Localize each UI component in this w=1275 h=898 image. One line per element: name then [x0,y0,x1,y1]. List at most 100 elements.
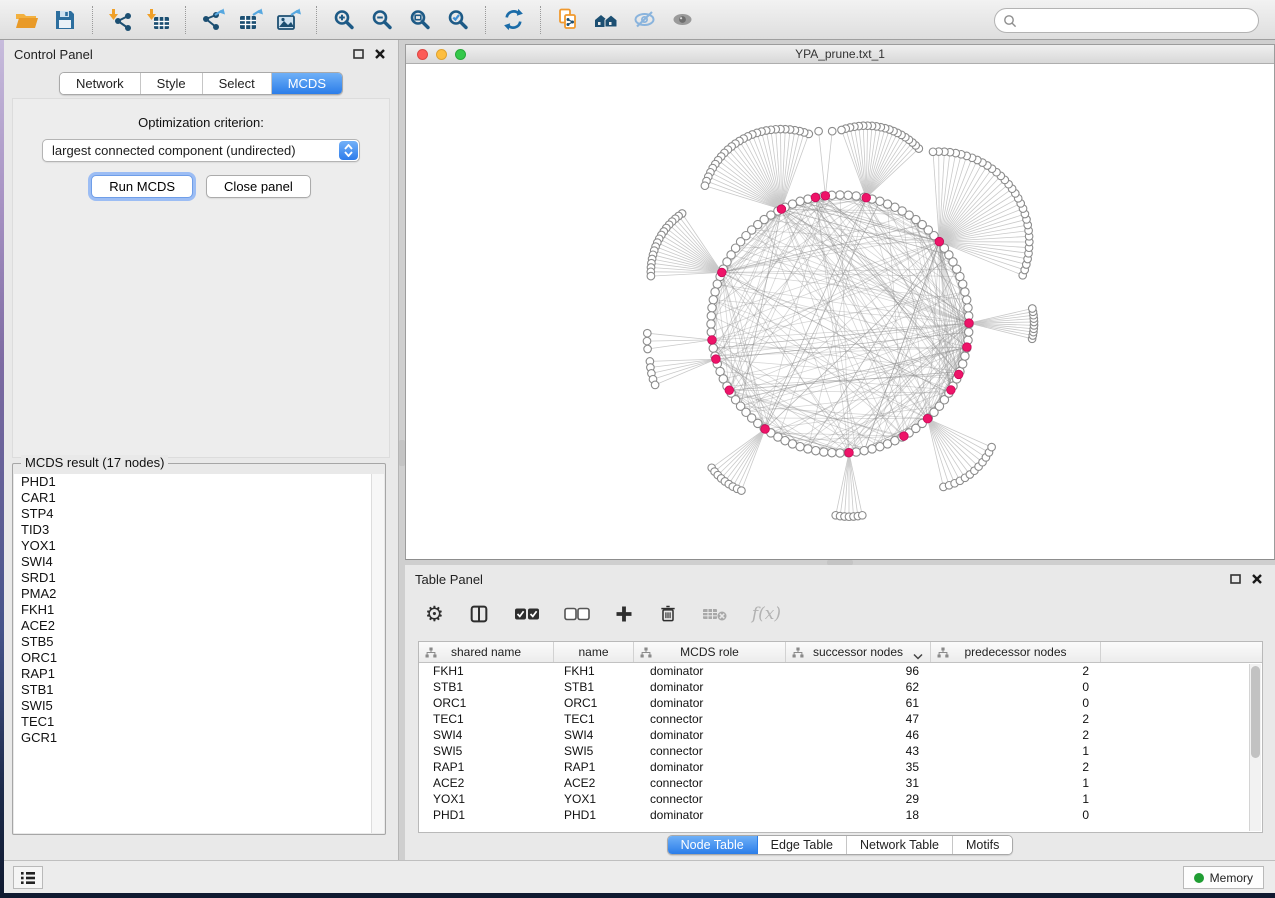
sort-desc-icon [913,649,923,663]
table-tab-bar: Node Table Edge Table Network Table Moti… [667,835,1014,855]
run-mcds-button[interactable]: Run MCDS [91,175,193,198]
tab-select[interactable]: Select [203,73,272,94]
tab-network[interactable]: Network [60,73,141,94]
mcds-result-item[interactable]: SWI4 [14,554,384,570]
mcds-result-group: MCDS result (17 nodes) PHD1CAR1STP4TID3Y… [12,463,386,835]
export-network-button[interactable] [194,4,232,36]
network-graph[interactable] [406,64,1274,559]
deselect-all-button[interactable] [564,607,590,621]
tab-edge-table[interactable]: Edge Table [758,836,847,854]
search-field[interactable] [994,8,1259,33]
network-window: YPA_prune.txt_1 [405,44,1275,560]
attribute-icon [640,647,652,661]
zoom-fit-icon [408,8,432,32]
mcds-result-item[interactable]: TID3 [14,522,384,538]
mcds-result-item[interactable]: PHD1 [14,474,384,490]
mcds-result-item[interactable]: GCR1 [14,730,384,746]
save-session-button[interactable] [46,4,84,36]
save-icon [53,8,77,32]
column-header-filler [1101,642,1262,662]
column-header-MCDS-role[interactable]: MCDS role [634,642,786,662]
network-canvas[interactable] [406,64,1274,559]
table-header-row: shared namenameMCDS rolesuccessor nodesp… [419,642,1262,663]
zoom-out-button[interactable] [363,4,401,36]
table-row[interactable]: ACE2ACE2connector311 [419,775,1262,791]
close-panel-button[interactable] [372,46,388,62]
show-columns-button[interactable] [468,603,490,625]
search-input[interactable] [1022,14,1258,28]
float-table-panel-button[interactable] [1227,571,1243,587]
mcds-result-item[interactable]: ACE2 [14,618,384,634]
column-header-shared-name[interactable]: shared name [419,642,554,662]
mcds-result-item[interactable]: STB1 [14,682,384,698]
tab-mcds[interactable]: MCDS [272,73,342,94]
table-row[interactable]: RAP1RAP1dominator352 [419,759,1262,775]
tab-style[interactable]: Style [141,73,203,94]
import-network-button[interactable] [101,4,139,36]
tab-node-table[interactable]: Node Table [668,836,758,854]
mcds-result-item[interactable]: SWI5 [14,698,384,714]
close-table-panel-button[interactable] [1249,571,1265,587]
table-row[interactable]: ORC1ORC1dominator610 [419,695,1262,711]
houses-icon [593,8,620,32]
add-column-button[interactable] [614,604,634,624]
attribute-icon [937,647,949,661]
mcds-result-item[interactable]: PMA2 [14,586,384,602]
mcds-result-item[interactable]: TEC1 [14,714,384,730]
columns-icon [468,603,490,625]
import-table-button[interactable] [139,4,177,36]
tab-motifs[interactable]: Motifs [953,836,1012,854]
mcds-result-item[interactable]: STB5 [14,634,384,650]
select-all-button[interactable] [514,607,540,621]
column-header-successor-nodes[interactable]: successor nodes [786,642,931,662]
mcds-result-item[interactable]: CAR1 [14,490,384,506]
export-image-button[interactable] [270,4,308,36]
table-row[interactable]: STB1STB1dominator620 [419,679,1262,695]
export-table-button[interactable] [232,4,270,36]
table-settings-button[interactable]: ⚙ [425,604,444,625]
refresh-layout-button[interactable] [494,4,532,36]
mcds-result-item[interactable]: RAP1 [14,666,384,682]
table-panel: Table Panel ⚙ [405,565,1275,860]
open-file-button[interactable] [8,4,46,36]
scrollbar-thumb[interactable] [1251,666,1260,758]
new-network-from-selection-button[interactable] [549,4,587,36]
table-row[interactable]: TEC1TEC1connector472 [419,711,1262,727]
table-row[interactable]: PHD1PHD1dominator180 [419,807,1262,823]
table-row[interactable]: FKH1FKH1dominator962 [419,663,1262,679]
vertical-splitter-handle[interactable] [399,440,405,466]
mcds-result-item[interactable]: STP4 [14,506,384,522]
table-row[interactable]: YOX1YOX1connector291 [419,791,1262,807]
mcds-result-item[interactable]: YOX1 [14,538,384,554]
table-panel-title: Table Panel [415,572,483,587]
attribute-icon [792,647,804,661]
zoom-fit-button[interactable] [401,4,439,36]
float-panel-button[interactable] [350,46,366,62]
memory-button[interactable]: Memory [1183,866,1264,889]
table-row[interactable]: SWI4SWI4dominator462 [419,727,1262,743]
show-all-button[interactable] [663,4,701,36]
table-row[interactable]: SWI5SWI5connector431 [419,743,1262,759]
mcds-result-item[interactable]: ORC1 [14,650,384,666]
hide-eye-icon [632,8,657,32]
export-table-icon [238,7,265,33]
close-panel-action-button[interactable]: Close panel [206,175,311,198]
table-vertical-scrollbar[interactable] [1249,664,1261,831]
select-all-icon [514,607,540,621]
task-history-button[interactable] [13,866,43,889]
tab-network-table[interactable]: Network Table [847,836,953,854]
first-neighbors-button[interactable] [587,4,625,36]
zoom-selected-button[interactable] [439,4,477,36]
memory-label: Memory [1210,871,1253,885]
network-window-titlebar[interactable]: YPA_prune.txt_1 [406,45,1274,64]
optimization-select[interactable]: largest connected component (undirected) [42,139,360,162]
column-header-name[interactable]: name [554,642,634,662]
zoom-in-button[interactable] [325,4,363,36]
mcds-list-scrollbar[interactable] [371,474,384,833]
float-icon [353,49,364,59]
mcds-result-item[interactable]: FKH1 [14,602,384,618]
column-header-predecessor-nodes[interactable]: predecessor nodes [931,642,1101,662]
hide-selected-button[interactable] [625,4,663,36]
delete-column-button[interactable] [658,603,678,625]
mcds-result-item[interactable]: SRD1 [14,570,384,586]
